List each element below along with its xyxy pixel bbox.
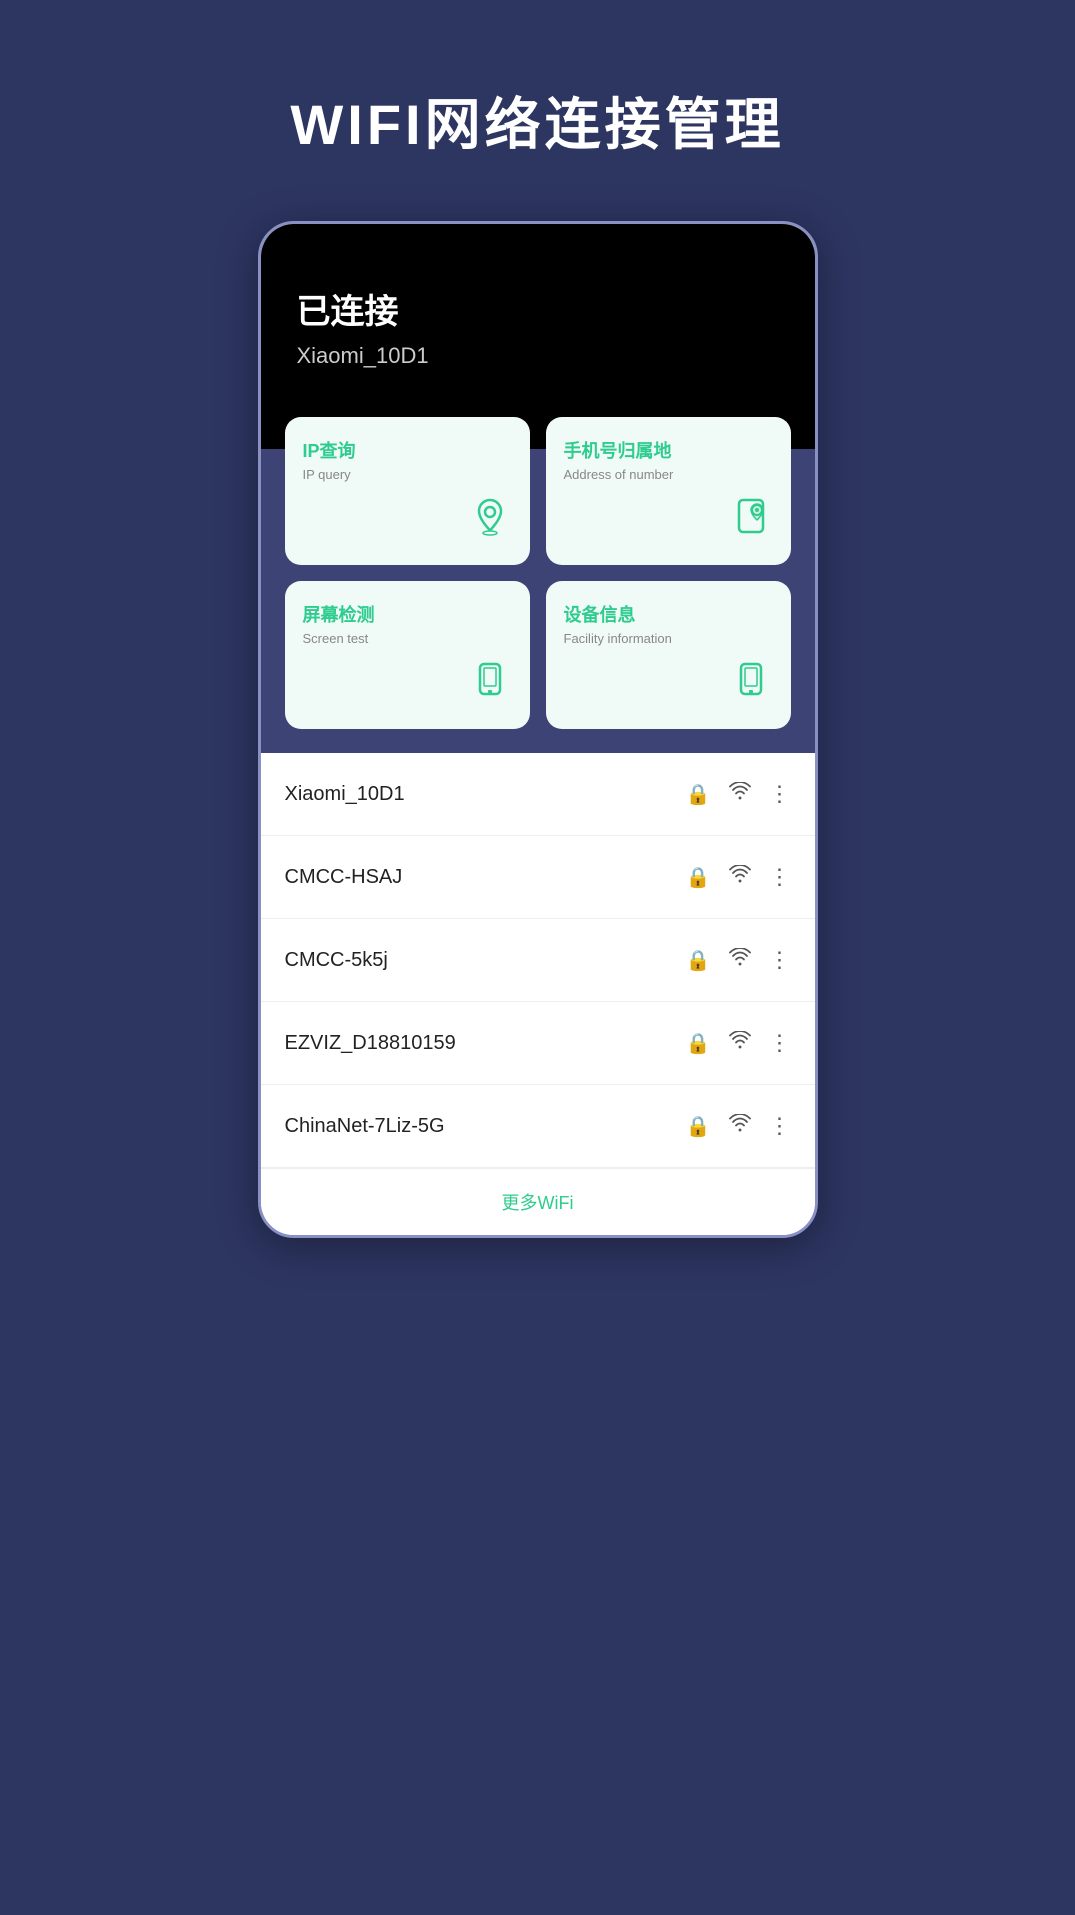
wifi-icons-4: 🔒 ⋮ (686, 1113, 791, 1139)
card-screen-test-title-zh: 屏幕检测 (303, 601, 512, 627)
wifi-signal-icon-1 (729, 865, 751, 889)
wifi-item-4[interactable]: ChinaNet-7Liz-5G 🔒 ⋮ (261, 1085, 815, 1168)
wifi-list: Xiaomi_10D1 🔒 ⋮ CMCC-HSAJ 🔒 (261, 753, 815, 1235)
lock-icon-1: 🔒 (686, 865, 711, 890)
wifi-name-3: EZVIZ_D18810159 (285, 1032, 686, 1055)
wifi-item-2[interactable]: CMCC-5k5j 🔒 ⋮ (261, 919, 815, 1002)
more-icon-3[interactable]: ⋮ (769, 1030, 791, 1056)
more-icon-0[interactable]: ⋮ (769, 781, 791, 807)
phone-frame: 已连接 Xiaomi_10D1 IP查询 IP query 手机号归属地 Add… (258, 221, 818, 1238)
feature-cards-grid: IP查询 IP query 手机号归属地 Address of number (261, 449, 815, 753)
screen-icon (468, 658, 512, 709)
card-phone-location-title-en: Address of number (564, 467, 773, 482)
wifi-signal-icon-4 (729, 1114, 751, 1138)
device-icon (729, 658, 773, 709)
phone-location-icon (729, 494, 773, 545)
more-wifi-footer[interactable]: 更多WiFi (261, 1168, 815, 1235)
wifi-icons-0: 🔒 ⋮ (686, 781, 791, 807)
connected-label: 已连接 (297, 284, 779, 333)
card-phone-location[interactable]: 手机号归属地 Address of number (546, 417, 791, 565)
more-icon-4[interactable]: ⋮ (769, 1113, 791, 1139)
more-icon-2[interactable]: ⋮ (769, 947, 791, 973)
wifi-signal-icon-2 (729, 948, 751, 972)
wifi-icons-2: 🔒 ⋮ (686, 947, 791, 973)
card-phone-location-title-zh: 手机号归属地 (564, 437, 773, 463)
wifi-item-1[interactable]: CMCC-HSAJ 🔒 ⋮ (261, 836, 815, 919)
wifi-name-0: Xiaomi_10D1 (285, 783, 686, 806)
wifi-name-1: CMCC-HSAJ (285, 866, 686, 889)
wifi-item-0[interactable]: Xiaomi_10D1 🔒 ⋮ (261, 753, 815, 836)
card-screen-test[interactable]: 屏幕检测 Screen test (285, 581, 530, 729)
wifi-signal-icon-0 (729, 782, 751, 806)
card-ip-query-title-en: IP query (303, 467, 512, 482)
wifi-icons-3: 🔒 ⋮ (686, 1030, 791, 1056)
wifi-icons-1: 🔒 ⋮ (686, 864, 791, 890)
wifi-name-2: CMCC-5k5j (285, 949, 686, 972)
connected-banner: 已连接 Xiaomi_10D1 (261, 224, 815, 449)
more-icon-1[interactable]: ⋮ (769, 864, 791, 890)
lock-icon-2: 🔒 (686, 948, 711, 973)
wifi-name-4: ChinaNet-7Liz-5G (285, 1115, 686, 1138)
card-device-info-title-en: Facility information (564, 631, 773, 646)
lock-icon-3: 🔒 (686, 1031, 711, 1056)
card-ip-query-title-zh: IP查询 (303, 437, 512, 463)
card-device-info-title-zh: 设备信息 (564, 601, 773, 627)
lock-icon-0: 🔒 (686, 782, 711, 807)
location-icon (468, 494, 512, 545)
card-screen-test-title-en: Screen test (303, 631, 512, 646)
more-wifi-label: 更多WiFi (502, 1193, 574, 1213)
wifi-signal-icon-3 (729, 1031, 751, 1055)
lock-icon-4: 🔒 (686, 1114, 711, 1139)
connected-ssid: Xiaomi_10D1 (297, 343, 779, 369)
card-ip-query[interactable]: IP查询 IP query (285, 417, 530, 565)
page-title: WIFI网络连接管理 (290, 80, 784, 161)
wifi-item-3[interactable]: EZVIZ_D18810159 🔒 ⋮ (261, 1002, 815, 1085)
card-device-info[interactable]: 设备信息 Facility information (546, 581, 791, 729)
